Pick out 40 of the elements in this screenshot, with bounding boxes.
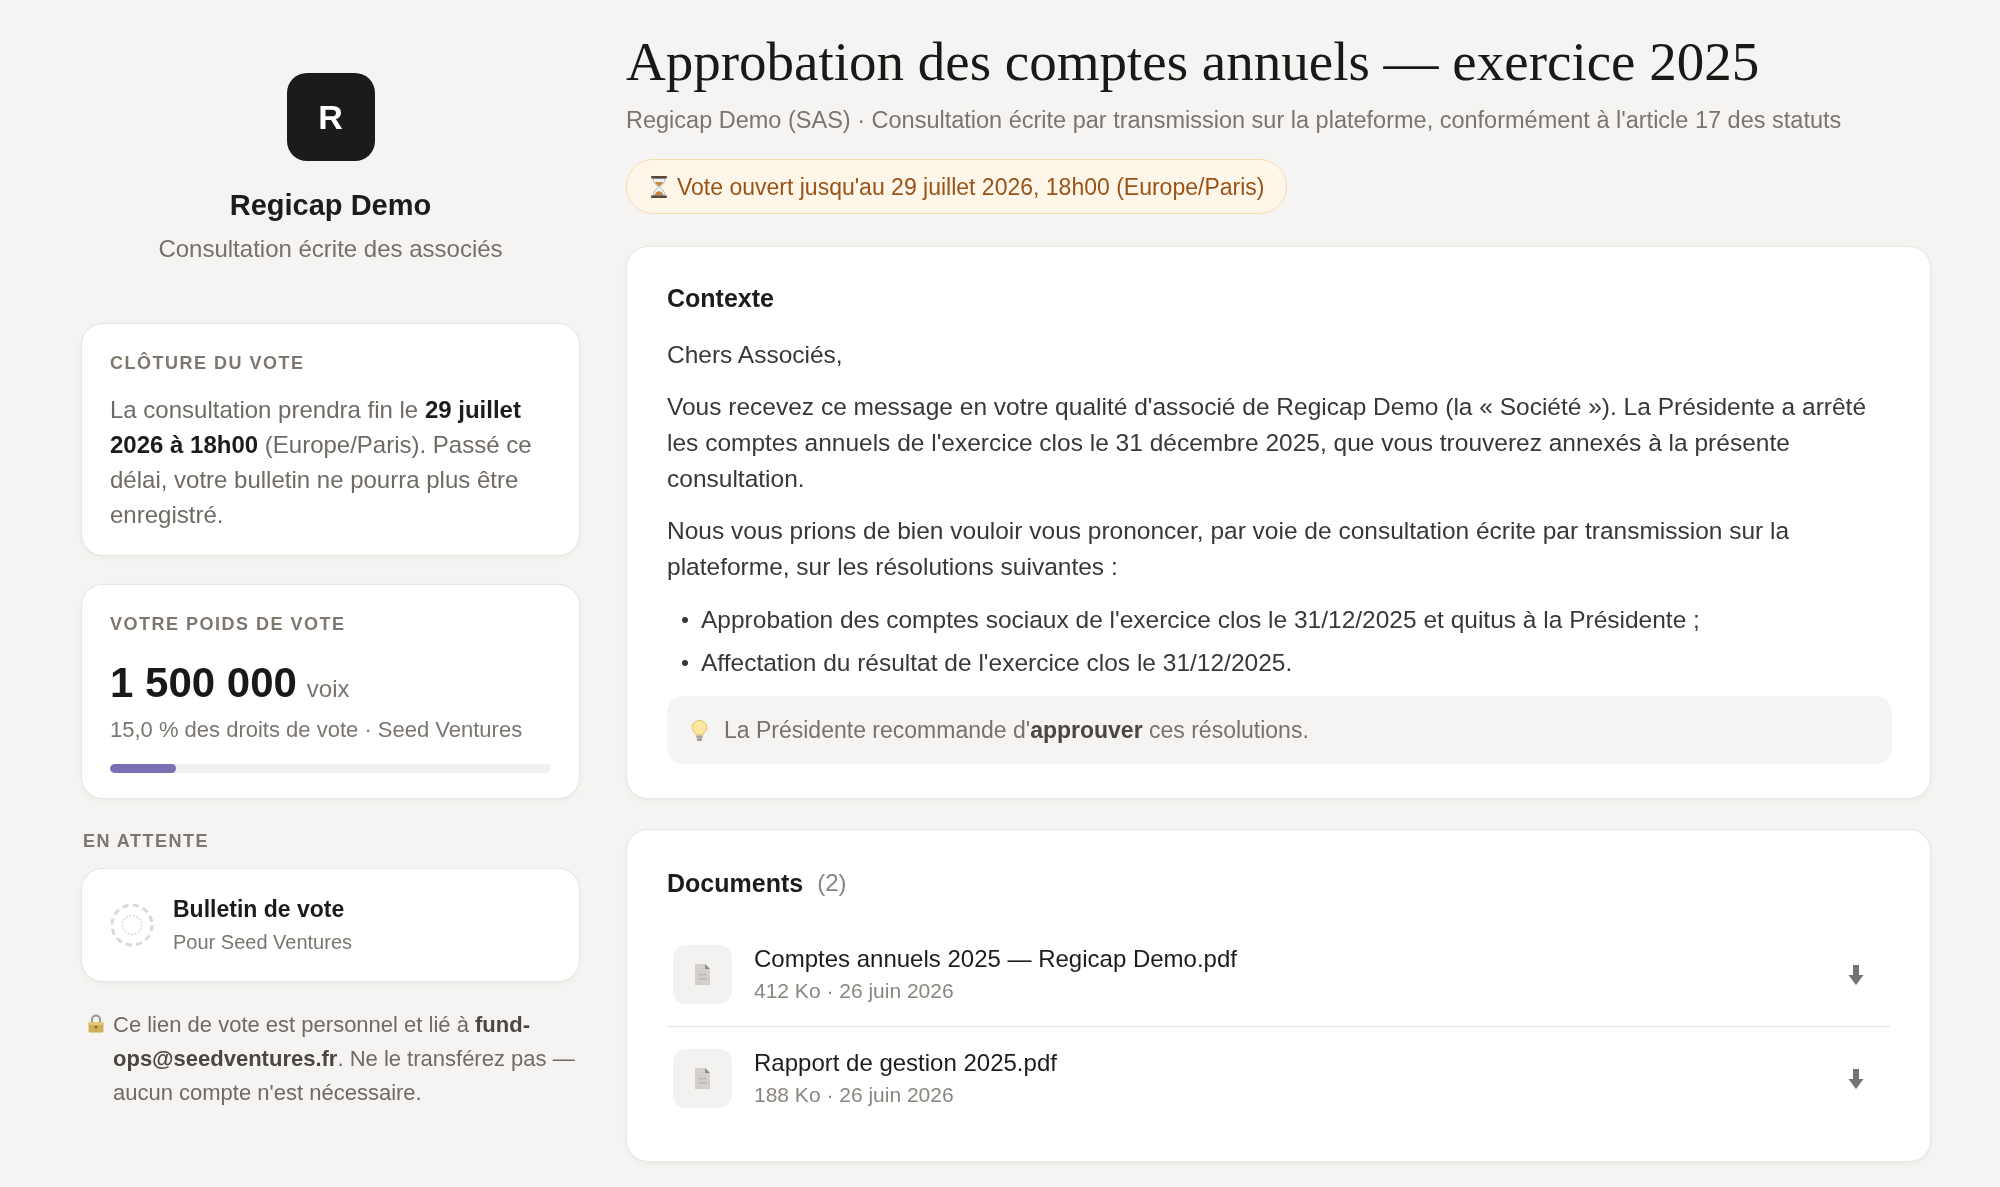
resolution-item: Approbation des comptes sociaux de l'exercice clos le 31/12/2025 et quitus à la Présidente ; [701, 605, 1700, 635]
bullet-icon [682, 617, 688, 623]
lightbulb-icon [691, 719, 708, 741]
deadline-banner-text: Vote ouvert jusqu'au 29 juillet 2026, 18h00 (Europe/Paris) [677, 172, 1265, 201]
page-title: Approbation des comptes annuels — exercice 2025 [626, 30, 1760, 94]
lock-icon [87, 1014, 105, 1033]
ballot-title: Bulletin de vote [173, 895, 345, 924]
deadline-description: La consultation prendra fin le 29 juillet 2026 à 18h00 (Europe/Paris). Passé ce délai, votre bulletin ne pourra plus être enregistré. [110, 395, 533, 530]
ballot-card[interactable]: Bulletin de vote Pour Seed Ventures [81, 868, 580, 982]
page-subtitle: Regicap Demo (SAS) · Consultation écrite par transmission sur la plateforme, conformément à l'article 17 des statuts [626, 106, 1842, 135]
status-label: EN ATTENTE [83, 830, 209, 852]
file-meta: 188 Ko · 26 juin 2026 [754, 1082, 954, 1108]
documents-count: (2) [817, 868, 847, 898]
organization-name: Regicap Demo [229, 188, 432, 222]
voting-weight-label: VOTRE POIDS DE VOTE [110, 613, 346, 635]
download-icon [1848, 1067, 1864, 1090]
file-icon [673, 945, 732, 1004]
file-name[interactable]: Comptes annuels 2025 — Regicap Demo.pdf [754, 944, 1237, 974]
voting-share: 15,0 % des droits de vote · Seed Ventures [110, 716, 523, 744]
deadline-label: CLÔTURE DU VOTE [110, 352, 305, 374]
vote-count: 1 500 000 [110, 658, 297, 708]
resolution-item: Affectation du résultat de l'exercice clos le 31/12/2025. [701, 648, 1293, 678]
download-icon [1848, 963, 1864, 986]
vote-unit: voix [306, 675, 350, 703]
documents-heading: Documents [667, 868, 804, 898]
privacy-notice: Ce lien de vote est personnel et lié à fund-ops@seedventures.fr. Ne le transférez pas — aucun compte n'est nécessaire. [113, 1011, 576, 1107]
context-heading: Contexte [667, 283, 774, 313]
hourglass-icon [651, 175, 667, 198]
bullet-icon [682, 660, 688, 666]
recommendation-text: La Présidente recommande d'approuver ces résolutions. [724, 716, 1309, 745]
org-logo: R [286, 73, 375, 161]
context-paragraph: Vous recevez ce message en votre qualité d'associé de Regicap Demo (la « Société »). La Présidente a arrêté les comptes annuels de l'exercice clos le 31 décembre 2025, que vous trouverez annexés à la présente consultation. [667, 392, 1868, 494]
file-meta: 412 Ko · 26 juin 2026 [754, 978, 954, 1004]
file-icon [673, 1049, 732, 1108]
context-paragraph: Nous vous prions de bien vouloir vous prononcer, par voie de consultation écrite par transmission sur la plateforme, sur les résolutions suivantes : [667, 516, 1791, 582]
pending-ring-icon [110, 903, 154, 947]
file-name[interactable]: Rapport de gestion 2025.pdf [754, 1048, 1057, 1078]
context-paragraph: Chers Associés, [667, 340, 844, 370]
organization-subtitle: Consultation écrite des associés [158, 234, 503, 264]
ballot-subtitle: Pour Seed Ventures [173, 930, 352, 955]
